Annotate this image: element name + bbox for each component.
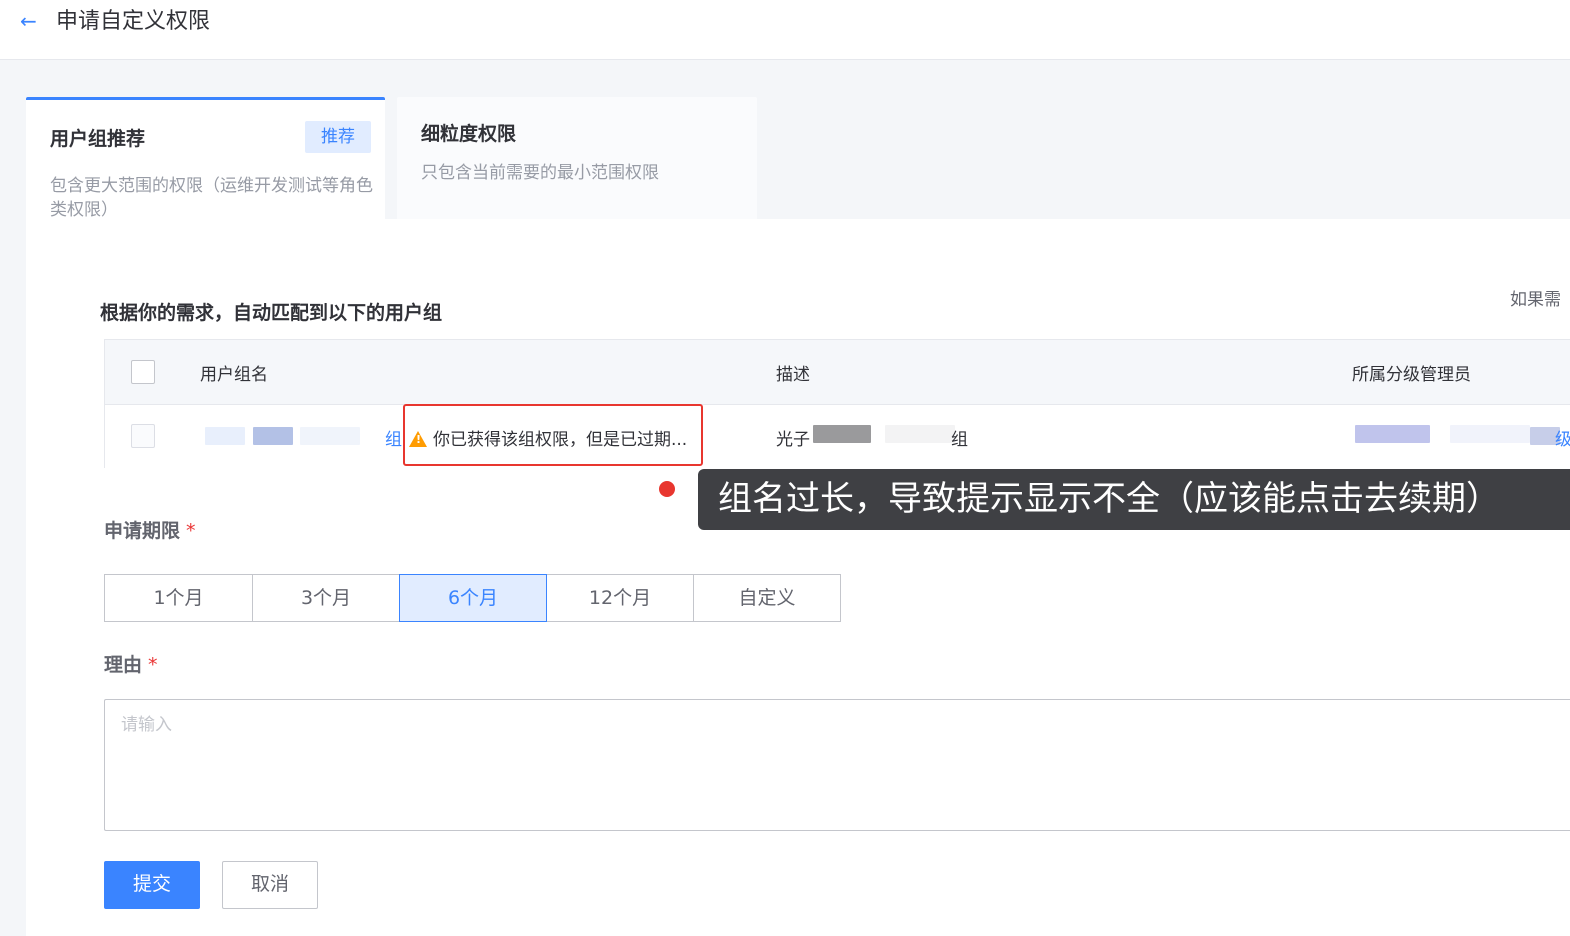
- duration-6-month-button[interactable]: 6个月: [399, 574, 547, 622]
- column-header-desc: 描述: [776, 365, 810, 385]
- duration-12-month-button[interactable]: 12个月: [546, 574, 694, 622]
- duration-label-text: 申请期限: [104, 520, 181, 542]
- cancel-button[interactable]: 取消: [222, 861, 318, 909]
- annotation-highlight-box: [403, 404, 703, 466]
- right-hint-text: 如果需: [1510, 290, 1561, 310]
- submit-button[interactable]: 提交: [104, 861, 200, 909]
- redacted-block: [300, 427, 360, 445]
- redacted-block: [813, 425, 871, 443]
- recommend-badge: 推荐: [305, 121, 371, 153]
- duration-label: 申请期限 *: [104, 516, 196, 543]
- row-checkbox[interactable]: [131, 424, 155, 448]
- column-header-name: 用户组名: [200, 365, 268, 385]
- tab-title: 细粒度权限: [421, 123, 517, 145]
- page-title: 申请自定义权限: [56, 9, 211, 34]
- match-section-title: 根据你的需求，自动匹配到以下的用户组: [100, 302, 443, 324]
- tab-title: 用户组推荐: [50, 128, 146, 150]
- redacted-block: [1355, 425, 1430, 443]
- usergroup-table: 用户组名 描述 所属分级管理员 组 你已获得该组权限，但是已过期... 光子 组…: [104, 339, 1570, 468]
- reason-label-text: 理由: [104, 654, 143, 676]
- required-mark: *: [186, 520, 196, 542]
- top-bar: ← 申请自定义权限: [0, 0, 1570, 60]
- duration-button-group: 1个月 3个月 6个月 12个月 自定义: [104, 574, 841, 622]
- reason-field-container: [104, 699, 1570, 831]
- duration-custom-button[interactable]: 自定义: [693, 574, 841, 622]
- table-row: 组 你已获得该组权限，但是已过期... 光子 组 级: [105, 405, 1570, 468]
- arrow-left-icon[interactable]: ←: [20, 10, 42, 32]
- tab-description: 只包含当前需要的最小范围权限: [421, 163, 659, 183]
- tab-description: 包含更大范围的权限（运维开发测试等角色类权限）: [50, 176, 373, 220]
- duration-3-month-button[interactable]: 3个月: [252, 574, 400, 622]
- reason-label: 理由 *: [104, 650, 158, 677]
- column-header-admin: 所属分级管理员: [1352, 365, 1471, 385]
- tab-fine-grained[interactable]: 细粒度权限 只包含当前需要的最小范围权限: [397, 97, 757, 219]
- redacted-block: [253, 427, 293, 445]
- admin-name-suffix: 级: [1555, 430, 1570, 450]
- redacted-block: [1450, 425, 1530, 443]
- description-prefix: 光子: [776, 430, 810, 450]
- table-header: 用户组名 描述 所属分级管理员: [105, 340, 1570, 405]
- required-mark: *: [148, 654, 158, 676]
- select-all-checkbox[interactable]: [131, 360, 155, 384]
- tab-usergroup-recommend[interactable]: 用户组推荐 推荐 包含更大范围的权限（运维开发测试等角色类权限）: [26, 97, 385, 220]
- redacted-block: [205, 427, 245, 445]
- group-name-link[interactable]: 组: [385, 425, 402, 450]
- description-suffix: 组: [951, 430, 968, 450]
- annotation-dot: [659, 481, 675, 497]
- redacted-block: [885, 425, 955, 443]
- duration-1-month-button[interactable]: 1个月: [104, 574, 253, 622]
- reason-textarea[interactable]: [105, 700, 1570, 830]
- annotation-callout: 组名过长，导致提示显示不全（应该能点击去续期）: [698, 469, 1570, 530]
